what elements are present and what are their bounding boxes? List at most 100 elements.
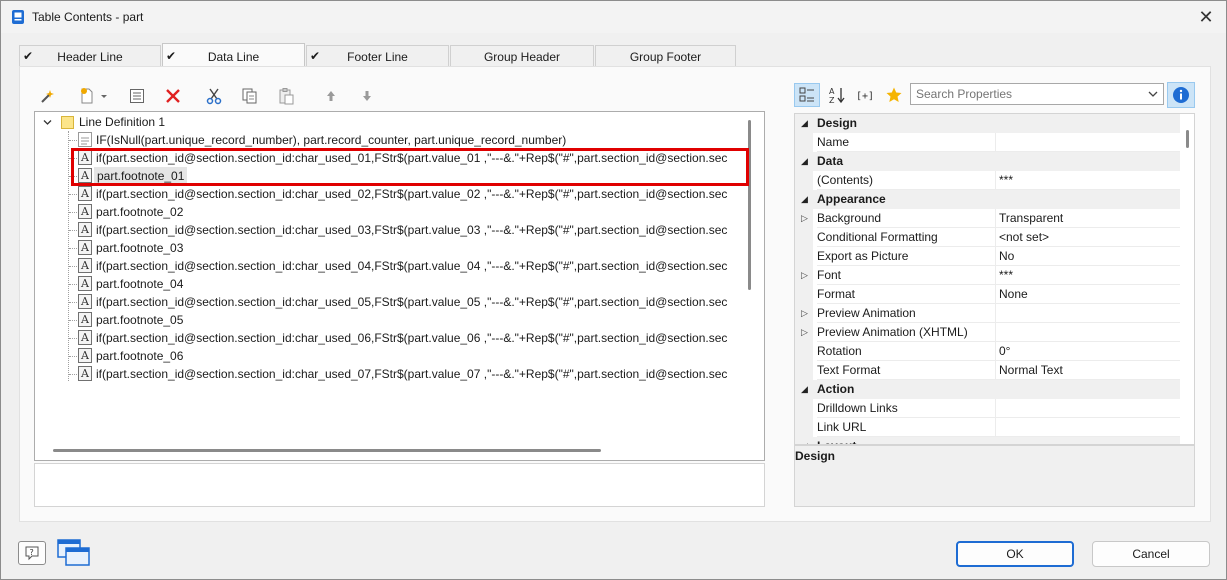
tree-item-label: part.footnote_05: [96, 313, 184, 327]
property-category[interactable]: ◢ Layout: [795, 437, 1180, 444]
property-gutter: [795, 133, 813, 152]
horizontal-scrollbar[interactable]: [53, 449, 601, 452]
formula-page-icon: [78, 132, 92, 147]
tab-label: Group Header: [483, 50, 561, 64]
property-row[interactable]: Export as Picture No: [795, 247, 1180, 266]
info-button[interactable]: [1167, 82, 1195, 108]
cut-button[interactable]: [203, 85, 225, 107]
chevron-down-icon[interactable]: [43, 118, 52, 127]
info-icon: [1173, 87, 1189, 103]
collapse-triangle-icon[interactable]: ◢: [801, 190, 808, 209]
property-description-pane: Design: [794, 445, 1195, 507]
window-toggle-icon[interactable]: [57, 539, 91, 567]
property-row[interactable]: Conditional Formatting <not set>: [795, 228, 1180, 247]
property-name: Preview Animation: [817, 304, 995, 323]
property-value[interactable]: Normal Text: [995, 361, 1180, 380]
tree-item-label: part.footnote_04: [96, 277, 184, 291]
expand-all-button[interactable]: [+]: [852, 83, 878, 107]
move-up-button[interactable]: [320, 85, 342, 107]
wand-button[interactable]: [37, 85, 59, 107]
sort-alphabetical-button[interactable]: A Z: [824, 83, 850, 107]
property-scrollbar[interactable]: [1186, 130, 1189, 148]
properties-icon: [130, 89, 144, 103]
property-row[interactable]: ▷ Preview Animation (XHTML): [795, 323, 1180, 342]
property-value[interactable]: ***: [995, 266, 1180, 285]
property-value[interactable]: Transparent: [995, 209, 1180, 228]
text-field-icon: A: [78, 276, 92, 291]
collapse-triangle-icon[interactable]: ◢: [801, 380, 808, 399]
tab-group-header[interactable]: Group Header: [450, 45, 594, 66]
property-row[interactable]: Drilldown Links: [795, 399, 1180, 418]
property-value[interactable]: [995, 304, 1180, 323]
text-field-icon: A: [78, 348, 92, 363]
search-properties-input[interactable]: [911, 84, 1141, 104]
property-value[interactable]: None: [995, 285, 1180, 304]
property-row[interactable]: Text Format Normal Text: [795, 361, 1180, 380]
property-value[interactable]: [995, 418, 1180, 437]
property-row[interactable]: Rotation 0°: [795, 342, 1180, 361]
svg-text:[+]: [+]: [856, 91, 874, 102]
property-category[interactable]: ◢ Appearance: [795, 190, 1180, 209]
tree-guide-line: [69, 320, 77, 321]
property-category[interactable]: ◢ Design: [795, 114, 1180, 133]
property-row[interactable]: ▷ Font ***: [795, 266, 1180, 285]
tree-item-label: if(part.section_id@section.section_id:ch…: [96, 331, 728, 345]
tree-item-label: if(part.section_id@section.section_id:ch…: [96, 295, 728, 309]
vertical-scrollbar[interactable]: [748, 120, 751, 290]
tab-footer-line[interactable]: ✔ Footer Line: [306, 45, 449, 66]
property-row[interactable]: Name: [795, 133, 1180, 152]
ok-button[interactable]: OK: [956, 541, 1074, 567]
expand-triangle-icon[interactable]: ▷: [801, 304, 808, 323]
property-gutter: [795, 418, 813, 437]
copy-button[interactable]: [239, 85, 261, 107]
expand-triangle-icon[interactable]: ▷: [801, 209, 808, 228]
property-value[interactable]: [995, 133, 1180, 152]
delete-icon: [166, 89, 180, 103]
paste-button[interactable]: [275, 85, 297, 107]
collapse-triangle-icon[interactable]: ◢: [801, 114, 808, 133]
favorites-button[interactable]: [881, 83, 907, 107]
property-row[interactable]: Format None: [795, 285, 1180, 304]
tab-data-line[interactable]: ✔ Data Line: [162, 43, 305, 67]
property-gutter: [795, 342, 813, 361]
property-category[interactable]: ◢ Action: [795, 380, 1180, 399]
chevron-down-icon[interactable]: [1147, 88, 1159, 100]
property-row[interactable]: ▷ Preview Animation: [795, 304, 1180, 323]
property-name: Link URL: [817, 418, 995, 437]
property-value[interactable]: [995, 323, 1180, 342]
cancel-button[interactable]: Cancel: [1092, 541, 1210, 567]
expand-triangle-icon[interactable]: ▷: [801, 323, 808, 342]
property-category[interactable]: ◢ Data: [795, 152, 1180, 171]
svg-text:?: ?: [30, 548, 34, 557]
property-value[interactable]: [995, 399, 1180, 418]
property-name: Preview Animation (XHTML): [817, 323, 995, 342]
help-button[interactable]: ?: [18, 541, 46, 565]
collapse-triangle-icon[interactable]: ◢: [801, 152, 808, 171]
close-icon[interactable]: ✕: [1196, 7, 1216, 27]
property-value[interactable]: <not set>: [995, 228, 1180, 247]
collapse-triangle-icon[interactable]: ◢: [801, 437, 808, 444]
tab-group-footer[interactable]: Group Footer: [595, 45, 736, 66]
property-value[interactable]: ***: [995, 171, 1180, 190]
expand-triangle-icon[interactable]: ▷: [801, 266, 808, 285]
property-name: Drilldown Links: [817, 399, 995, 418]
property-description-title: Design: [795, 449, 836, 463]
property-row[interactable]: Link URL: [795, 418, 1180, 437]
property-value[interactable]: No: [995, 247, 1180, 266]
properties-button[interactable]: [126, 85, 148, 107]
formula-preview-box: [34, 463, 765, 507]
move-down-button[interactable]: [356, 85, 378, 107]
tree-guide-line: [69, 212, 77, 213]
new-item-dropdown-button[interactable]: [75, 85, 111, 107]
property-name: Format: [817, 285, 995, 304]
search-properties-combo[interactable]: [910, 83, 1164, 105]
property-row[interactable]: (Contents) ***: [795, 171, 1180, 190]
tree-guide-line: [68, 131, 69, 381]
categorized-view-button[interactable]: [794, 83, 820, 107]
property-grid[interactable]: ◢ Design Name ◢ Data (Contents) *** ◢ Appearance…: [794, 113, 1195, 445]
sort-az-icon: A Z: [829, 87, 845, 104]
tab-header-line[interactable]: ✔ Header Line: [19, 45, 161, 66]
property-row[interactable]: ▷ Background Transparent: [795, 209, 1180, 228]
delete-button[interactable]: [162, 85, 184, 107]
property-value[interactable]: 0°: [995, 342, 1180, 361]
